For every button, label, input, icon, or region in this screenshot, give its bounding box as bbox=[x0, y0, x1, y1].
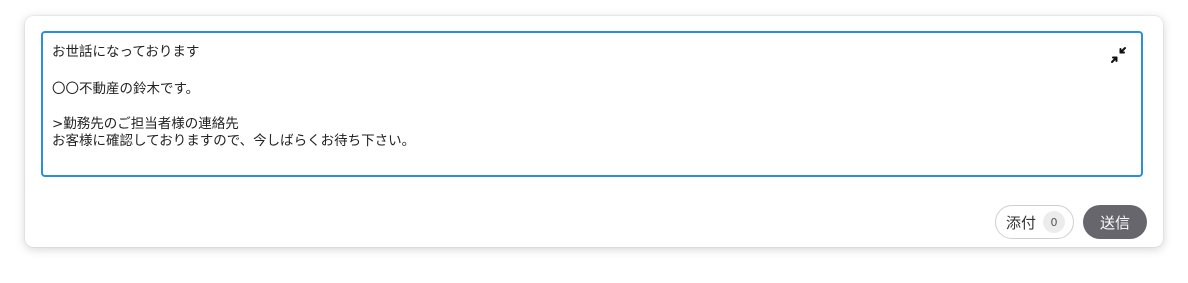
message-line-quote: >勤務先のご担当者様の連絡先 bbox=[52, 116, 239, 132]
collapse-editor-button[interactable] bbox=[1109, 45, 1129, 65]
message-line-body: お客様に確認しておりますので、今しばらくお待ち下さい。 bbox=[52, 133, 416, 149]
message-line-greeting: お世話になっております bbox=[52, 44, 200, 60]
attachment-count-badge: 0 bbox=[1043, 211, 1065, 233]
send-button[interactable]: 送信 bbox=[1083, 205, 1147, 239]
message-composer: お世話になっております 〇〇不動産の鈴木です。 >勤務先のご担当者様の連絡先 お… bbox=[25, 16, 1163, 247]
composer-footer: 添付 0 送信 bbox=[994, 205, 1147, 239]
message-textarea[interactable]: お世話になっております 〇〇不動産の鈴木です。 >勤務先のご担当者様の連絡先 お… bbox=[41, 31, 1143, 177]
send-label: 送信 bbox=[1099, 213, 1130, 232]
attach-label: 添付 bbox=[1005, 213, 1036, 232]
message-line-intro: 〇〇不動産の鈴木です。 bbox=[52, 81, 200, 97]
attach-button[interactable]: 添付 0 bbox=[994, 205, 1074, 239]
collapse-arrows-icon bbox=[1111, 47, 1126, 63]
